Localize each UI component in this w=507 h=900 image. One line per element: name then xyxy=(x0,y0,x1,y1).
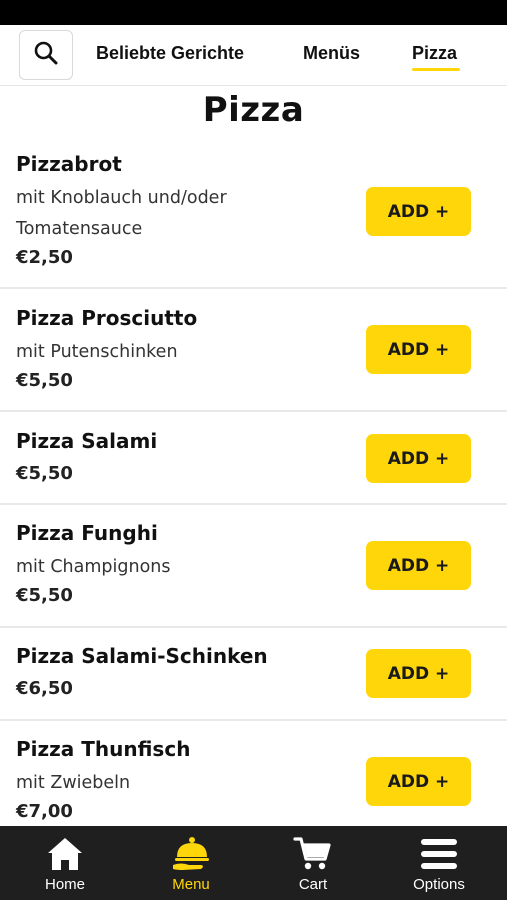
item-name: Pizza Salami-Schinken xyxy=(16,644,268,668)
add-to-cart-button[interactable]: ADD + xyxy=(366,649,471,698)
item-name: Pizza Prosciutto xyxy=(16,306,198,330)
active-tab-indicator xyxy=(412,68,460,71)
nav-cart-label: Cart xyxy=(298,876,328,893)
menu-item: Pizza Prosciutto mit Putenschinken €5,50… xyxy=(0,289,507,412)
cloche-icon xyxy=(128,834,254,874)
section-title: Pizza xyxy=(202,90,305,130)
add-to-cart-button[interactable]: ADD + xyxy=(366,187,471,236)
nav-menu[interactable]: Menu xyxy=(128,826,254,900)
item-name: Pizzabrot xyxy=(16,152,122,176)
item-price: €5,50 xyxy=(16,463,73,484)
item-name: Pizza Salami xyxy=(16,429,158,453)
menu-list: Pizzabrot mit Knoblauch und/oder Tomaten… xyxy=(0,140,507,826)
item-name: Pizza Thunfisch xyxy=(16,737,191,761)
search-icon xyxy=(33,40,59,70)
add-to-cart-button[interactable]: ADD + xyxy=(366,541,471,590)
item-description: mit Knoblauch und/oder Tomatensauce xyxy=(16,188,227,239)
nav-options-label: Options xyxy=(413,876,465,893)
menu-item: Pizza Salami €5,50 ADD + xyxy=(0,412,507,505)
menu-item: Pizza Funghi mit Champignons €5,50 ADD + xyxy=(0,505,507,628)
nav-options[interactable]: Options xyxy=(376,826,502,900)
item-name: Pizza Funghi xyxy=(16,521,158,545)
menu-item: Pizza Thunfisch mit Zwiebeln €7,00 ADD + xyxy=(0,721,507,826)
add-to-cart-button[interactable]: ADD + xyxy=(366,757,471,806)
item-description: mit Zwiebeln xyxy=(16,773,131,793)
bottom-navigation: Home Menu Cart Options xyxy=(0,826,507,900)
status-bar xyxy=(0,0,507,25)
item-price: €5,50 xyxy=(16,585,73,606)
item-description: mit Putenschinken xyxy=(16,342,178,362)
search-button[interactable] xyxy=(19,30,73,80)
category-nav: Beliebte Gerichte Menüs Pizza xyxy=(0,25,507,86)
item-price: €7,00 xyxy=(16,801,73,822)
nav-menu-label: Menu xyxy=(172,876,210,893)
nav-cart[interactable]: Cart xyxy=(250,826,376,900)
add-to-cart-button[interactable]: ADD + xyxy=(366,434,471,483)
add-to-cart-button[interactable]: ADD + xyxy=(366,325,471,374)
item-price: €6,50 xyxy=(16,678,73,699)
item-description: mit Champignons xyxy=(16,557,171,577)
home-icon xyxy=(2,834,128,874)
hamburger-icon xyxy=(376,834,502,874)
nav-home-label: Home xyxy=(44,876,85,893)
menu-item: Pizzabrot mit Knoblauch und/oder Tomaten… xyxy=(0,140,507,289)
tab-pizza[interactable]: Pizza xyxy=(412,43,457,64)
menu-item: Pizza Salami-Schinken €6,50 ADD + xyxy=(0,628,507,721)
tab-beliebte-gerichte[interactable]: Beliebte Gerichte xyxy=(96,43,244,64)
cart-icon xyxy=(250,834,376,874)
item-price: €2,50 xyxy=(16,247,73,268)
item-price: €5,50 xyxy=(16,370,73,391)
tab-menues[interactable]: Menüs xyxy=(303,43,360,64)
nav-home[interactable]: Home xyxy=(2,826,128,900)
